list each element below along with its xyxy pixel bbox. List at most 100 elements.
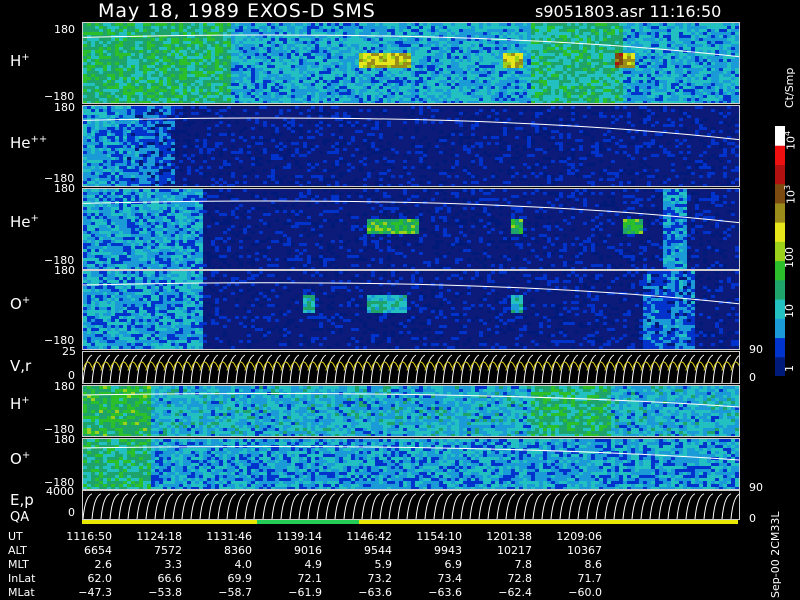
heatmap-cell xyxy=(443,29,447,32)
heatmap-cell xyxy=(423,83,427,86)
heatmap-cell xyxy=(659,56,663,59)
heatmap-cell xyxy=(251,80,255,83)
heatmap-cell xyxy=(503,47,507,50)
heatmap-cell xyxy=(323,47,327,50)
heatmap-cell xyxy=(647,35,651,38)
heatmap-cell xyxy=(103,166,107,169)
heatmap-cell xyxy=(639,71,643,74)
heatmap-cell xyxy=(271,83,275,86)
heatmap-cell xyxy=(615,77,619,80)
heatmap-cell xyxy=(703,38,707,41)
heatmap-cell xyxy=(183,98,187,101)
heatmap-cell xyxy=(231,23,235,26)
heatmap-cell xyxy=(647,59,651,62)
heatmap-cell xyxy=(567,59,571,62)
heatmap-cell xyxy=(107,95,111,98)
heatmap-cell xyxy=(291,29,295,32)
heatmap-cell xyxy=(147,98,151,101)
heatmap-cell xyxy=(347,71,351,74)
heatmap-cell xyxy=(283,80,287,83)
heatmap-cell xyxy=(699,32,703,35)
heatmap-cell xyxy=(451,80,455,83)
heatmap-cell xyxy=(715,80,719,83)
heatmap-cell xyxy=(175,47,179,50)
heatmap-cell xyxy=(159,65,163,68)
heatmap-cell xyxy=(175,86,179,89)
heatmap-cell xyxy=(203,47,207,50)
heatmap-cell xyxy=(599,29,603,32)
heatmap-cell xyxy=(619,32,623,35)
heatmap-cell xyxy=(615,62,619,65)
heatmap-cell xyxy=(651,83,655,86)
heatmap-cell xyxy=(623,80,627,83)
heatmap-cell xyxy=(691,95,695,98)
heatmap-cell xyxy=(387,95,391,98)
heatmap-cell xyxy=(223,26,227,29)
heatmap-cell xyxy=(723,32,727,35)
heatmap-cell xyxy=(623,86,627,89)
heatmap-cell xyxy=(427,71,431,74)
heatmap-cell xyxy=(651,56,655,59)
heatmap-cell xyxy=(159,92,163,95)
heatmap-cell xyxy=(527,23,531,26)
heatmap-cell xyxy=(487,77,491,80)
heatmap-cell xyxy=(311,98,315,101)
heatmap-cell xyxy=(611,89,615,92)
heatmap-cell xyxy=(719,71,723,74)
heatmap-cell xyxy=(135,86,139,89)
heatmap-cell xyxy=(427,98,431,101)
heatmap-cell xyxy=(103,142,107,145)
heatmap-cell xyxy=(151,74,155,77)
heatmap-cell xyxy=(359,23,363,26)
heatmap-cell xyxy=(179,80,183,83)
heatmap-cell xyxy=(315,62,319,65)
heatmap-cell xyxy=(103,184,107,186)
heatmap-cell xyxy=(199,62,203,65)
heatmap-cell xyxy=(143,181,147,184)
heatmap-cell xyxy=(515,68,519,71)
heatmap-cell xyxy=(535,80,539,83)
heatmap-cell xyxy=(135,154,139,157)
heatmap-cell xyxy=(259,86,263,89)
heatmap-cell xyxy=(535,32,539,35)
heatmap-cell xyxy=(235,68,239,71)
heatmap-cell xyxy=(139,130,143,133)
heatmap-cell xyxy=(103,41,107,44)
heatmap-cell xyxy=(507,101,511,103)
heatmap-cell xyxy=(571,50,575,53)
heatmap-cell xyxy=(491,50,495,53)
heatmap-cell xyxy=(383,53,387,56)
heatmap-cell xyxy=(423,59,427,62)
heatmap-cell xyxy=(483,50,487,53)
heatmap-cell xyxy=(403,89,407,92)
heatmap-cell xyxy=(95,145,99,148)
heatmap-cell xyxy=(519,71,523,74)
heatmap-cell xyxy=(507,44,511,47)
heatmap-cell xyxy=(271,26,275,29)
heatmap-cell xyxy=(427,53,431,56)
heatmap-cell xyxy=(719,35,723,38)
heatmap-cell xyxy=(683,98,687,101)
heatmap-cell xyxy=(359,38,363,41)
heatmap-cell xyxy=(371,41,375,44)
heatmap-cell xyxy=(663,86,667,89)
heatmap-cell xyxy=(599,41,603,44)
heatmap-cell xyxy=(559,50,563,53)
heatmap-cell xyxy=(111,145,115,148)
heatmap-cell xyxy=(495,74,499,77)
heatmap-cell xyxy=(91,151,95,154)
heatmap-cell xyxy=(671,89,675,92)
heatmap-cell xyxy=(643,59,647,62)
heatmap-cell xyxy=(215,98,219,101)
heatmap-cell xyxy=(203,50,207,53)
heatmap-cell xyxy=(495,98,499,101)
heatmap-cell xyxy=(115,89,119,92)
heatmap-cell xyxy=(415,68,419,71)
heatmap-cell xyxy=(451,68,455,71)
heatmap-cell xyxy=(567,89,571,92)
heatmap-cell xyxy=(655,98,659,101)
heatmap-cell xyxy=(363,68,367,71)
heatmap-cell xyxy=(127,86,131,89)
heatmap-cell xyxy=(411,50,415,53)
heatmap-cell xyxy=(555,68,559,71)
